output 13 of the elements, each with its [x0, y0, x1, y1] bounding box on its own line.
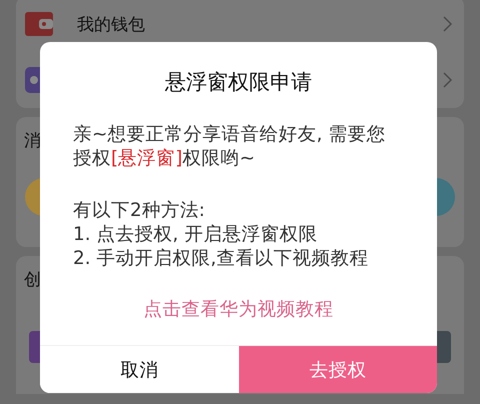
methods-heading: 有以下2种方法:: [73, 199, 206, 223]
permission-message: 亲~想要正常分享语音给好友, 需要您授权[悬浮窗]权限哟~: [73, 123, 386, 171]
chevron-right-icon: [443, 16, 452, 32]
section-title: 消: [24, 130, 41, 152]
authorize-button[interactable]: 去授权: [238, 346, 437, 393]
video-tutorial-link[interactable]: 点击查看华为视频教程: [40, 298, 437, 322]
section-title: 创: [24, 269, 41, 291]
dialog-title: 悬浮窗权限申请: [164, 69, 313, 96]
chevron-right-icon: [443, 72, 452, 88]
wallet-icon: [25, 12, 53, 36]
method-step: 1. 点去授权, 开启悬浮窗权限: [73, 223, 417, 247]
menu-item-label[interactable]: 我的钱包: [77, 12, 419, 36]
method-step: 2. 手动开启权限,查看以下视频教程: [73, 247, 417, 271]
